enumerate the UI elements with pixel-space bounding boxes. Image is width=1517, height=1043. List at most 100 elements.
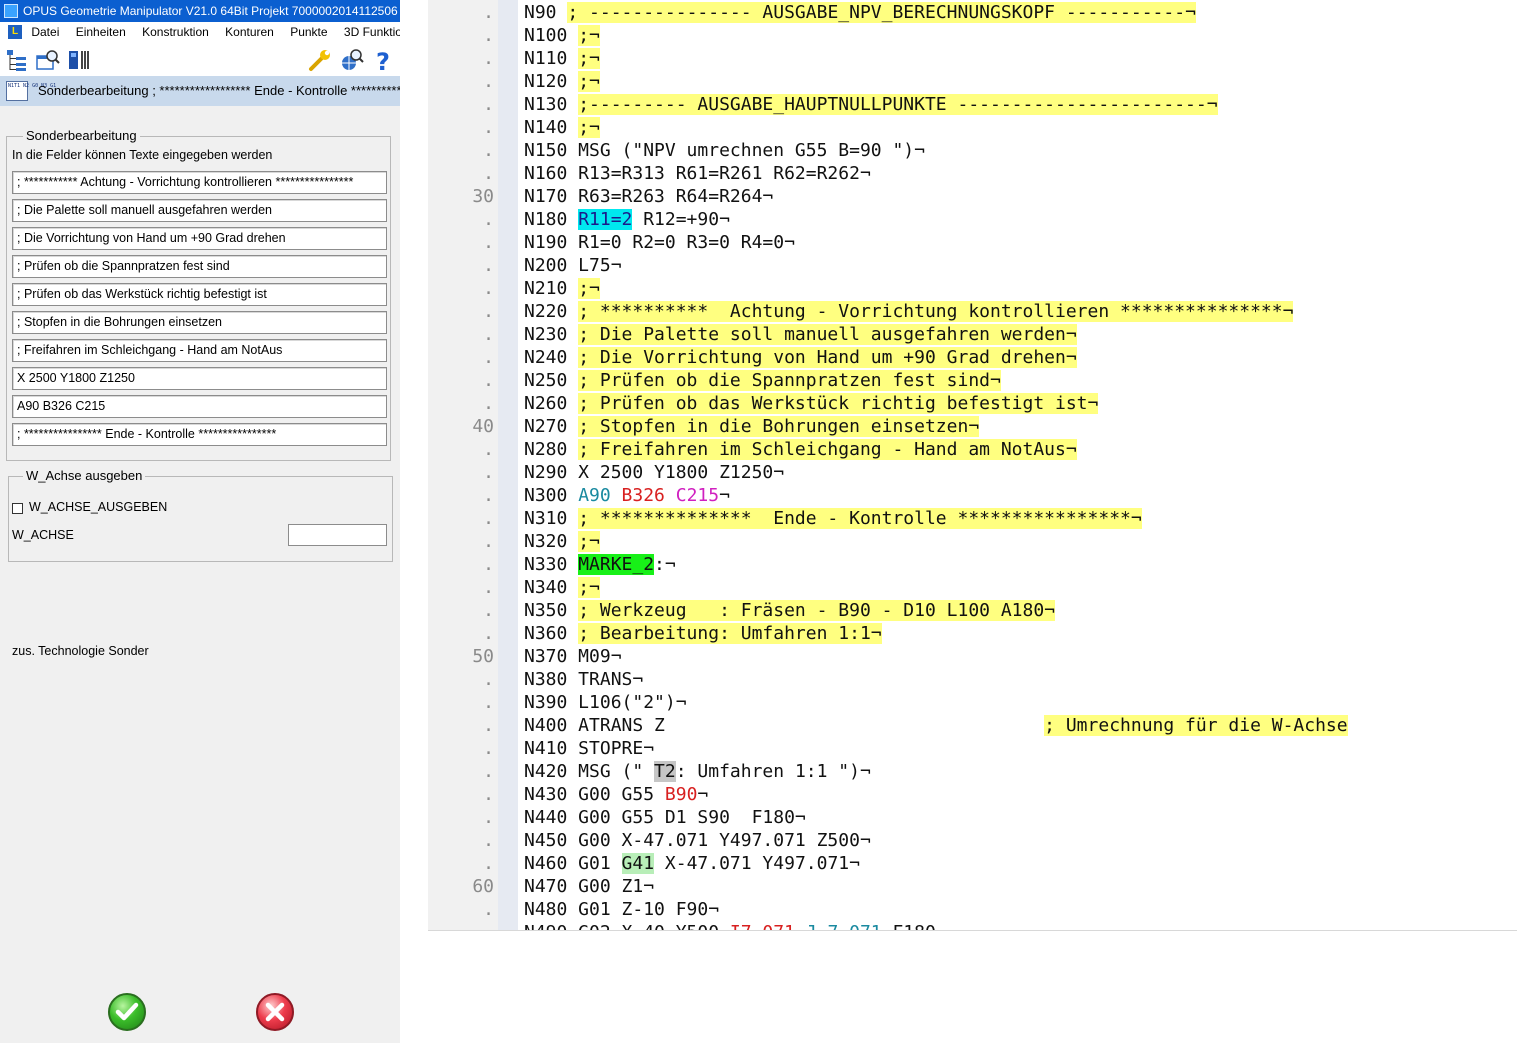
text-field-7[interactable]: ; Freifahren im Schleichgang - Hand am N… <box>12 339 387 362</box>
code-line[interactable]: . N340 ;¬ <box>428 576 1517 599</box>
code-text[interactable]: N220 ; ********** Achtung - Vorrichtung … <box>524 300 1294 323</box>
code-text[interactable]: N260 ; Prüfen ob das Werkstück richtig b… <box>524 392 1099 415</box>
w-achse-ausgeben-checkbox[interactable] <box>12 503 23 514</box>
code-text[interactable]: N180 R11=2 R12=+90¬ <box>524 208 730 231</box>
code-line[interactable]: . N450 G00 X-47.071 Y497.071 Z500¬ <box>428 829 1517 852</box>
app-logo-icon[interactable]: L <box>8 25 22 39</box>
code-line[interactable]: . N320 ;¬ <box>428 530 1517 553</box>
code-text[interactable]: N350 ; Werkzeug : Fräsen - B90 - D10 L10… <box>524 599 1056 622</box>
code-line[interactable]: . N90 ; --------------- AUSGABE_NPV_BEREC… <box>428 1 1517 24</box>
code-text[interactable]: N170 R63=R263 R64=R264¬ <box>524 185 773 208</box>
text-field-8[interactable]: X 2500 Y1800 Z1250 <box>12 367 387 390</box>
code-text[interactable]: N270 ; Stopfen in die Bohrungen einsetze… <box>524 415 980 438</box>
code-line[interactable]: . N400 ATRANS Z ; Umrechnung für die W-Ac… <box>428 714 1517 737</box>
window-search-icon[interactable] <box>36 48 60 72</box>
menu-punkte[interactable]: Punkte <box>290 22 327 42</box>
code-text[interactable]: N100 ;¬ <box>524 24 600 47</box>
code-line[interactable]: . N100 ;¬ <box>428 24 1517 47</box>
menu-3d-funktionen[interactable]: 3D Funktione <box>344 22 400 42</box>
code-line[interactable]: . N250 ; Prüfen ob die Spannpratzen fest … <box>428 369 1517 392</box>
tree-icon[interactable] <box>5 48 29 72</box>
code-line[interactable]: . N330 MARKE_2:¬ <box>428 553 1517 576</box>
code-text[interactable]: N130 ;--------- AUSGABE_HAUPTNULLPUNKTE … <box>524 93 1218 116</box>
code-text[interactable]: N400 ATRANS Z ; Umrechnung für die W-Ach… <box>524 714 1348 737</box>
code-text[interactable]: N460 G01 G41 X-47.071 Y497.071¬ <box>524 852 860 875</box>
code-text[interactable]: N290 X 2500 Y1800 Z1250¬ <box>524 461 784 484</box>
code-line[interactable]: . N210 ;¬ <box>428 277 1517 300</box>
wrench-icon[interactable] <box>308 48 332 72</box>
code-line[interactable]: . N240 ; Die Vorrichtung von Hand um +90 … <box>428 346 1517 369</box>
code-text[interactable]: N240 ; Die Vorrichtung von Hand um +90 G… <box>524 346 1077 369</box>
code-text[interactable]: N440 G00 G55 D1 S90 F180¬ <box>524 806 806 829</box>
code-editor[interactable]: . N90 ; --------------- AUSGABE_NPV_BEREC… <box>428 0 1517 931</box>
text-field-6[interactable]: ; Stopfen in die Bohrungen einsetzen <box>12 311 387 334</box>
text-field-2[interactable]: ; Die Palette soll manuell ausgefahren w… <box>12 199 387 222</box>
code-text[interactable]: N370 M09¬ <box>524 645 622 668</box>
text-field-4[interactable]: ; Prüfen ob die Spannpratzen fest sind <box>12 255 387 278</box>
code-text[interactable]: N310 ; ************** Ende - Kontrolle *… <box>524 507 1142 530</box>
code-line[interactable]: . N300 A90 B326 C215¬ <box>428 484 1517 507</box>
text-field-1[interactable]: ; *********** Achtung - Vorrichtung kont… <box>12 171 387 194</box>
text-field-10[interactable]: ; **************** Ende - Kontrolle ****… <box>12 423 387 446</box>
code-text[interactable]: N190 R1=0 R2=0 R3=0 R4=0¬ <box>524 231 795 254</box>
code-text[interactable]: N470 G00 Z1¬ <box>524 875 654 898</box>
layers-icon[interactable] <box>68 48 92 72</box>
code-text[interactable]: N160 R13=R313 R61=R261 R62=R262¬ <box>524 162 871 185</box>
menu-einheiten[interactable]: Einheiten <box>76 22 126 42</box>
code-line[interactable]: . N180 R11=2 R12=+90¬ <box>428 208 1517 231</box>
title-bar[interactable]: OPUS Geometrie Manipulator V21.0 64Bit P… <box>0 0 400 22</box>
code-text[interactable]: N210 ;¬ <box>524 277 600 300</box>
code-text[interactable]: N480 G01 Z-10 F90¬ <box>524 898 719 921</box>
code-line[interactable]: . N220 ; ********** Achtung - Vorrichtung… <box>428 300 1517 323</box>
menu-konturen[interactable]: Konturen <box>225 22 274 42</box>
code-text[interactable]: N90 ; --------------- AUSGABE_NPV_BERECH… <box>524 1 1196 24</box>
code-line[interactable]: 60 N470 G00 Z1¬ <box>428 875 1517 898</box>
code-line[interactable]: . N200 L75¬ <box>428 254 1517 277</box>
code-text[interactable]: N340 ;¬ <box>524 576 600 599</box>
code-line[interactable]: . N190 R1=0 R2=0 R3=0 R4=0¬ <box>428 231 1517 254</box>
code-text[interactable]: N120 ;¬ <box>524 70 600 93</box>
cancel-button[interactable] <box>256 993 294 1031</box>
w-achse-input[interactable] <box>288 524 387 546</box>
code-line[interactable]: . N110 ;¬ <box>428 47 1517 70</box>
code-text[interactable]: N390 L106("2")¬ <box>524 691 687 714</box>
code-text[interactable]: N300 A90 B326 C215¬ <box>524 484 730 507</box>
code-text[interactable]: N280 ; Freifahren im Schleichgang - Hand… <box>524 438 1077 461</box>
code-line[interactable]: 50 N370 M09¬ <box>428 645 1517 668</box>
code-line[interactable]: . N160 R13=R313 R61=R261 R62=R262¬ <box>428 162 1517 185</box>
menu-konstruktion[interactable]: Konstruktion <box>142 22 209 42</box>
code-text[interactable]: N430 G00 G55 B90¬ <box>524 783 708 806</box>
code-text[interactable]: N410 STOPRE¬ <box>524 737 654 760</box>
code-line[interactable]: . N440 G00 G55 D1 S90 F180¬ <box>428 806 1517 829</box>
code-text[interactable]: N490 G02 X-40 Y500 I7.071 J-7.071 F180 <box>524 921 936 930</box>
code-line[interactable]: 30 N170 R63=R263 R64=R264¬ <box>428 185 1517 208</box>
code-line[interactable]: . N490 G02 X-40 Y500 I7.071 J-7.071 F180 <box>428 921 1517 930</box>
code-text[interactable]: N420 MSG (" T2: Umfahren 1:1 ")¬ <box>524 760 871 783</box>
code-line[interactable]: . N150 MSG ("NPV umrechnen G55 B=90 ")¬ <box>428 139 1517 162</box>
text-field-3[interactable]: ; Die Vorrichtung von Hand um +90 Grad d… <box>12 227 387 250</box>
code-line[interactable]: 40 N270 ; Stopfen in die Bohrungen einset… <box>428 415 1517 438</box>
code-line[interactable]: . N230 ; Die Palette soll manuell ausgefa… <box>428 323 1517 346</box>
code-text[interactable]: N140 ;¬ <box>524 116 600 139</box>
code-line[interactable]: . N390 L106("2")¬ <box>428 691 1517 714</box>
code-line[interactable]: . N430 G00 G55 B90¬ <box>428 783 1517 806</box>
code-text[interactable]: N200 L75¬ <box>524 254 622 277</box>
ok-button[interactable] <box>108 993 146 1031</box>
code-line[interactable]: . N130 ;--------- AUSGABE_HAUPTNULLPUNKTE… <box>428 93 1517 116</box>
code-line[interactable]: . N410 STOPRE¬ <box>428 737 1517 760</box>
code-line[interactable]: . N140 ;¬ <box>428 116 1517 139</box>
code-text[interactable]: N450 G00 X-47.071 Y497.071 Z500¬ <box>524 829 871 852</box>
code-line[interactable]: . N120 ;¬ <box>428 70 1517 93</box>
globe-search-icon[interactable] <box>340 48 364 72</box>
code-line[interactable]: . N360 ; Bearbeitung: Umfahren 1:1¬ <box>428 622 1517 645</box>
code-line[interactable]: . N260 ; Prüfen ob das Werkstück richtig … <box>428 392 1517 415</box>
code-text[interactable]: N360 ; Bearbeitung: Umfahren 1:1¬ <box>524 622 882 645</box>
code-line[interactable]: . N420 MSG (" T2: Umfahren 1:1 ")¬ <box>428 760 1517 783</box>
code-text[interactable]: N250 ; Prüfen ob die Spannpratzen fest s… <box>524 369 1001 392</box>
help-icon[interactable]: ? <box>372 48 396 76</box>
menu-datei[interactable]: Datei <box>31 22 59 42</box>
code-text[interactable]: N380 TRANS¬ <box>524 668 643 691</box>
code-line[interactable]: . N460 G01 G41 X-47.071 Y497.071¬ <box>428 852 1517 875</box>
text-field-9[interactable]: A90 B326 C215 <box>12 395 387 418</box>
code-line[interactable]: . N380 TRANS¬ <box>428 668 1517 691</box>
